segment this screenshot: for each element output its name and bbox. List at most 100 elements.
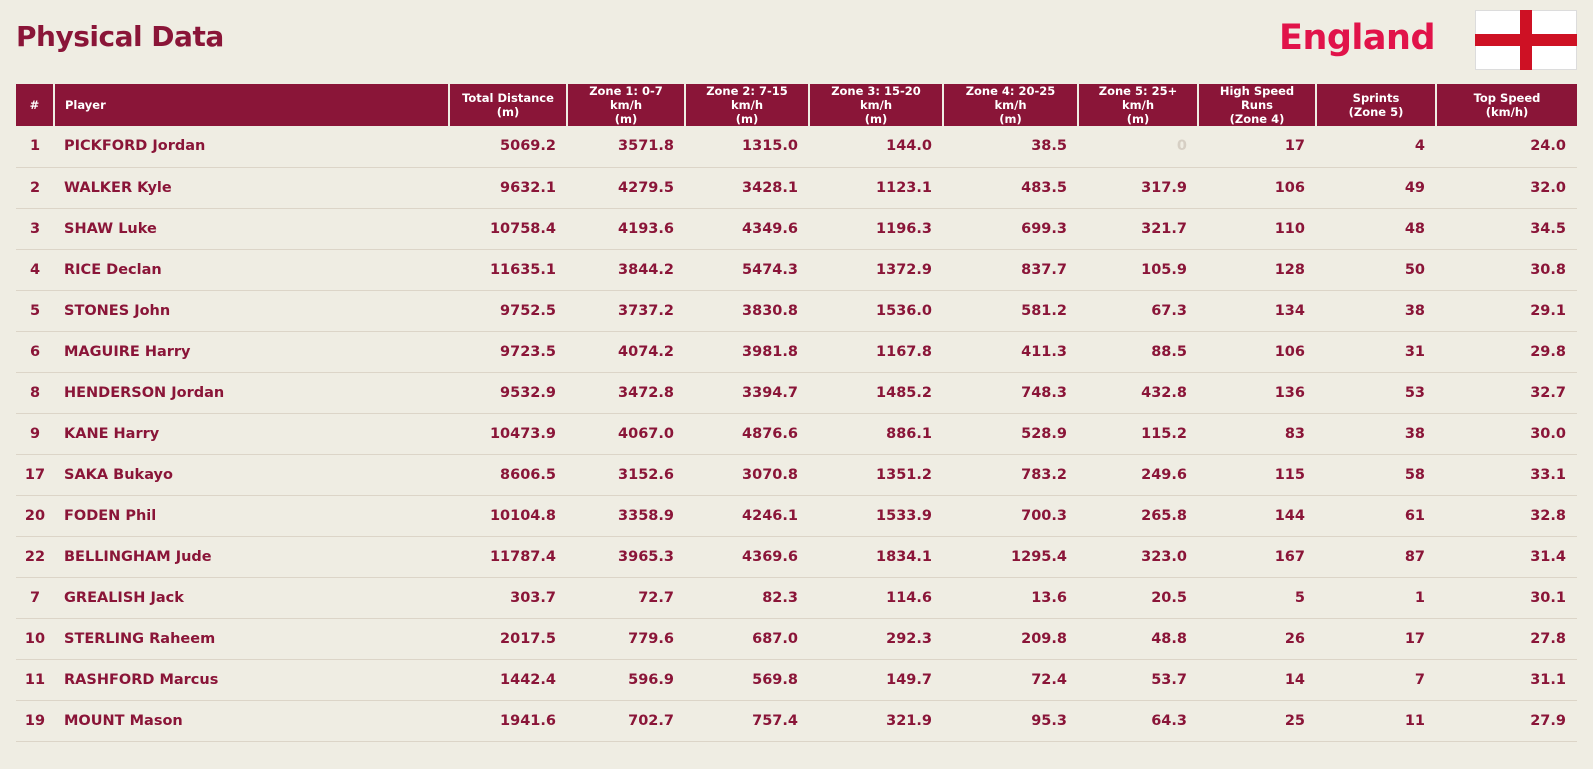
stat-cell: 757.4: [685, 700, 809, 742]
stat-cell: 88.5: [1078, 331, 1198, 373]
player-number: 3: [16, 208, 54, 250]
stat-cell: 1834.1: [809, 536, 943, 578]
stat-cell: 687.0: [685, 618, 809, 660]
table-header-row: # Player Total Distance (m) Zone 1: 0-7 km/h…: [16, 84, 1577, 126]
stat-cell: 748.3: [943, 372, 1078, 414]
stat-cell: 265.8: [1078, 495, 1198, 537]
stat-cell: 3070.8: [685, 454, 809, 496]
stat-cell: 48: [1316, 208, 1436, 250]
stat-cell: 569.8: [685, 659, 809, 701]
stat-cell: 136: [1198, 372, 1316, 414]
stat-cell: 149.7: [809, 659, 943, 701]
stat-cell: 249.6: [1078, 454, 1198, 496]
stat-cell: 7: [1316, 659, 1436, 701]
stat-cell: 29.1: [1436, 290, 1577, 332]
stat-cell: 1941.6: [449, 700, 567, 742]
stat-cell: 144: [1198, 495, 1316, 537]
stat-cell: 87: [1316, 536, 1436, 578]
stat-cell: 3981.8: [685, 331, 809, 373]
player-number: 5: [16, 290, 54, 332]
player-name: SHAW Luke: [54, 208, 449, 250]
stat-cell: 53.7: [1078, 659, 1198, 701]
player-name: SAKA Bukayo: [54, 454, 449, 496]
stat-cell: 49: [1316, 167, 1436, 209]
stat-cell: 115.2: [1078, 413, 1198, 455]
stat-cell: 483.5: [943, 167, 1078, 209]
stat-cell: 26: [1198, 618, 1316, 660]
stat-cell: 30.1: [1436, 577, 1577, 619]
stat-cell: 1196.3: [809, 208, 943, 250]
stat-cell: 32.8: [1436, 495, 1577, 537]
table-row: 6 MAGUIRE Harry 9723.5 4074.2 3981.8 1167.8 41…: [16, 331, 1577, 373]
stat-cell: 95.3: [943, 700, 1078, 742]
stat-cell: 38: [1316, 290, 1436, 332]
stat-cell: 11635.1: [449, 249, 567, 291]
stat-cell: 5069.2: [449, 126, 567, 168]
stat-cell: 31.1: [1436, 659, 1577, 701]
stat-cell: 10473.9: [449, 413, 567, 455]
stat-cell: 702.7: [567, 700, 685, 742]
column-header: High Speed Runs (Zone 4): [1198, 84, 1317, 126]
table-row: 4 RICE Declan 11635.1 3844.2 5474.3 1372.9 837…: [16, 249, 1577, 291]
stat-cell: 105.9: [1078, 249, 1198, 291]
stat-cell: 13.6: [943, 577, 1078, 619]
stat-cell: 9723.5: [449, 331, 567, 373]
table-row: 5 STONES John 9752.5 3737.2 3830.8 1536.0 581.…: [16, 290, 1577, 332]
column-header: Zone 1: 0-7 km/h (m): [567, 84, 686, 126]
stat-cell: 17: [1316, 618, 1436, 660]
table-row: 10 STERLING Raheem 2017.5 779.6 687.0 292.3 20…: [16, 618, 1577, 660]
stat-cell: 3428.1: [685, 167, 809, 209]
stat-cell: 61: [1316, 495, 1436, 537]
column-header: Zone 4: 20-25 km/h (m): [943, 84, 1079, 126]
player-number: 20: [16, 495, 54, 537]
stat-cell: 3152.6: [567, 454, 685, 496]
table-row: 22 BELLINGHAM Jude 11787.4 3965.3 4369.6 1834…: [16, 536, 1577, 578]
stat-cell: 411.3: [943, 331, 1078, 373]
stat-cell: 1536.0: [809, 290, 943, 332]
stat-cell: 4: [1316, 126, 1436, 168]
stat-cell: 4074.2: [567, 331, 685, 373]
stat-cell: 50: [1316, 249, 1436, 291]
stat-cell: 27.8: [1436, 618, 1577, 660]
stat-cell: 114.6: [809, 577, 943, 619]
player-number: 4: [16, 249, 54, 291]
stat-cell: 29.8: [1436, 331, 1577, 373]
player-name: KANE Harry: [54, 413, 449, 455]
stat-cell: 11: [1316, 700, 1436, 742]
stat-cell: 58: [1316, 454, 1436, 496]
stat-cell: 1315.0: [685, 126, 809, 168]
player-number: 19: [16, 700, 54, 742]
stat-cell: 528.9: [943, 413, 1078, 455]
stat-cell: 3394.7: [685, 372, 809, 414]
player-number: 8: [16, 372, 54, 414]
stat-cell: 317.9: [1078, 167, 1198, 209]
stat-cell: 4193.6: [567, 208, 685, 250]
stat-cell: 1: [1316, 577, 1436, 619]
stat-cell: 38: [1316, 413, 1436, 455]
player-name: MOUNT Mason: [54, 700, 449, 742]
stat-cell: 10758.4: [449, 208, 567, 250]
stat-cell: 5: [1198, 577, 1316, 619]
stat-cell: 4369.6: [685, 536, 809, 578]
stat-cell: 106: [1198, 167, 1316, 209]
stat-cell: 3965.3: [567, 536, 685, 578]
stat-cell: 38.5: [943, 126, 1078, 168]
column-header: Top Speed (km/h): [1436, 84, 1577, 126]
stat-cell: 3830.8: [685, 290, 809, 332]
stat-cell: 72.4: [943, 659, 1078, 701]
table-row: 19 MOUNT Mason 1941.6 702.7 757.4 321.9 95.3 64…: [16, 700, 1577, 742]
stat-cell: 699.3: [943, 208, 1078, 250]
stat-cell: 83: [1198, 413, 1316, 455]
stat-cell: 1485.2: [809, 372, 943, 414]
player-name: BELLINGHAM Jude: [54, 536, 449, 578]
player-number: 7: [16, 577, 54, 619]
stat-cell: 31: [1316, 331, 1436, 373]
stat-cell: 64.3: [1078, 700, 1198, 742]
stat-cell: 3571.8: [567, 126, 685, 168]
team-name: England: [1279, 18, 1435, 58]
stat-cell: 32.0: [1436, 167, 1577, 209]
stat-cell: 8606.5: [449, 454, 567, 496]
stat-cell: 292.3: [809, 618, 943, 660]
page-title: Physical Data: [16, 20, 224, 53]
column-header: Total Distance (m): [449, 84, 568, 126]
